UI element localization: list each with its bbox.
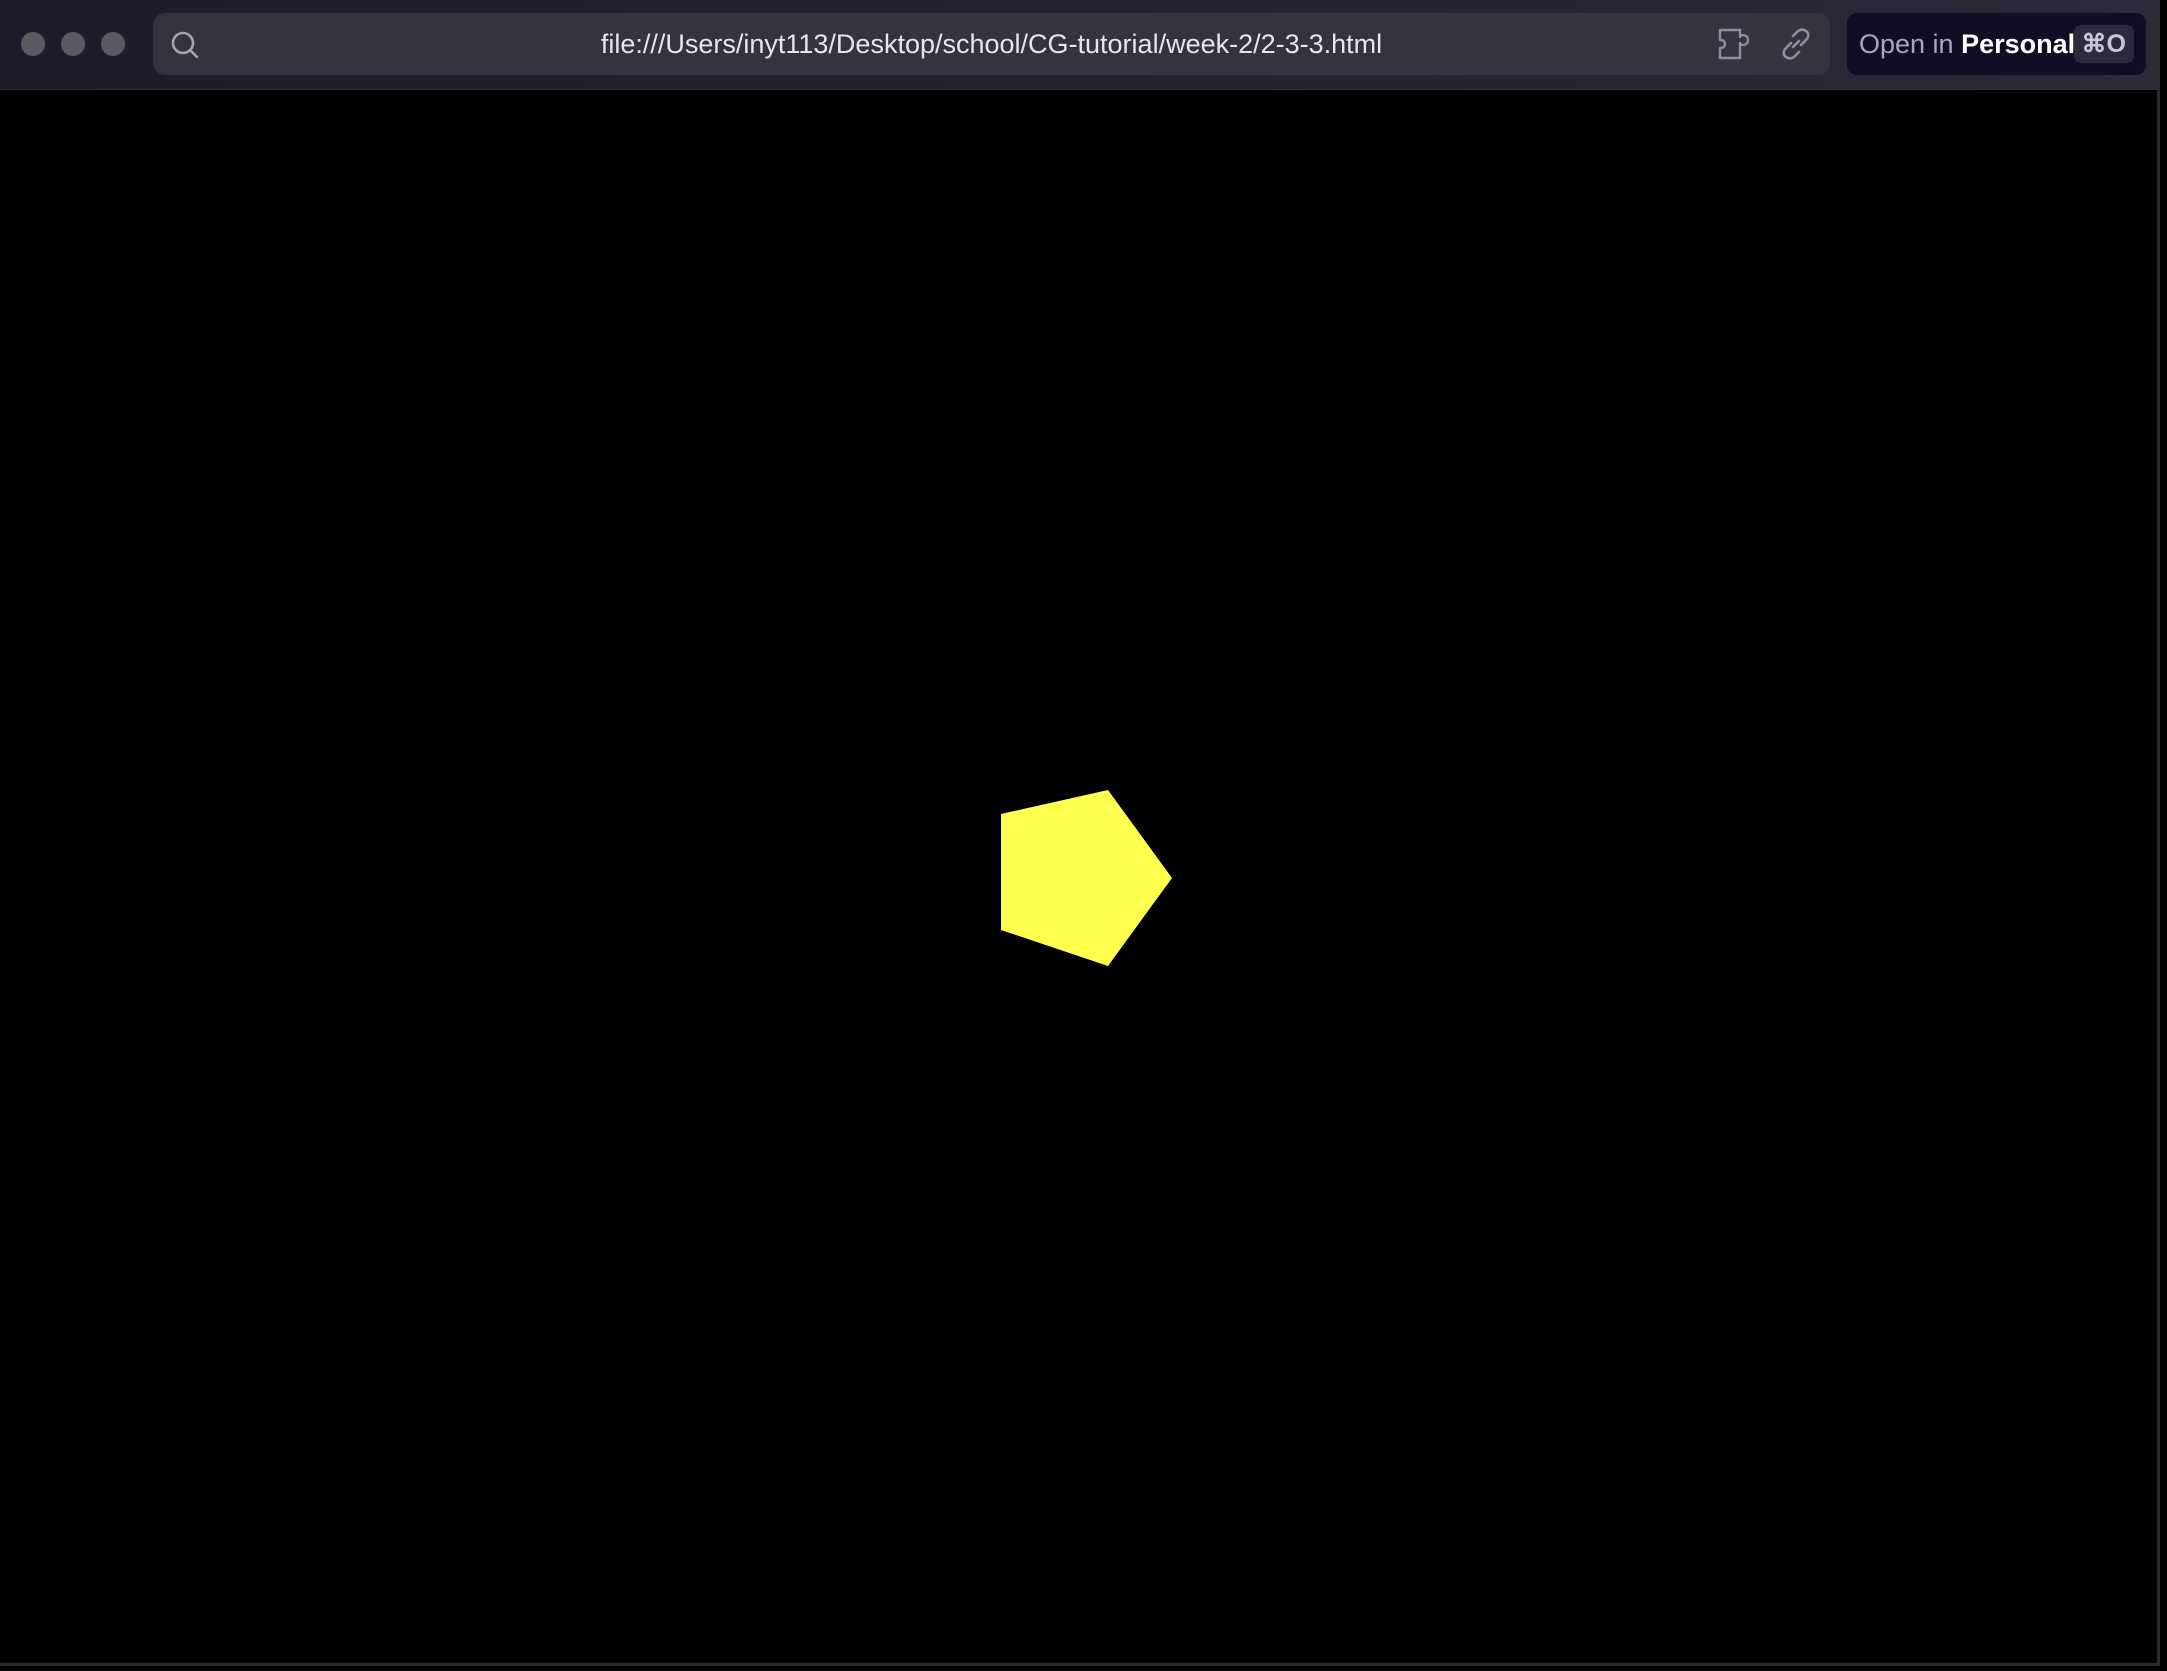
link-icon[interactable] [1779, 27, 1813, 61]
page-content [0, 90, 2157, 1663]
zoom-window-button[interactable] [101, 32, 125, 56]
minimize-window-button[interactable] [61, 32, 85, 56]
title-bar: file:///Users/inyt113/Desktop/school/CG-… [0, 0, 2157, 90]
open-in-label: Open in Personal [1859, 13, 2075, 75]
url-text[interactable]: file:///Users/inyt113/Desktop/school/CG-… [153, 13, 1830, 75]
browser-window: file:///Users/inyt113/Desktop/school/CG-… [0, 0, 2160, 1666]
extension-icon[interactable] [1716, 26, 1760, 62]
open-in-prefix: Open in [1859, 29, 1954, 59]
yellow-pentagon [1001, 790, 1172, 966]
open-in-target: Personal [1961, 29, 2076, 59]
open-in-personal-button[interactable]: Open in Personal ⌘O [1847, 13, 2146, 75]
close-window-button[interactable] [21, 32, 45, 56]
webgl-canvas [1001, 790, 1172, 966]
address-bar[interactable]: file:///Users/inyt113/Desktop/school/CG-… [153, 13, 1830, 75]
keyboard-shortcut-badge: ⌘O [2073, 25, 2134, 63]
